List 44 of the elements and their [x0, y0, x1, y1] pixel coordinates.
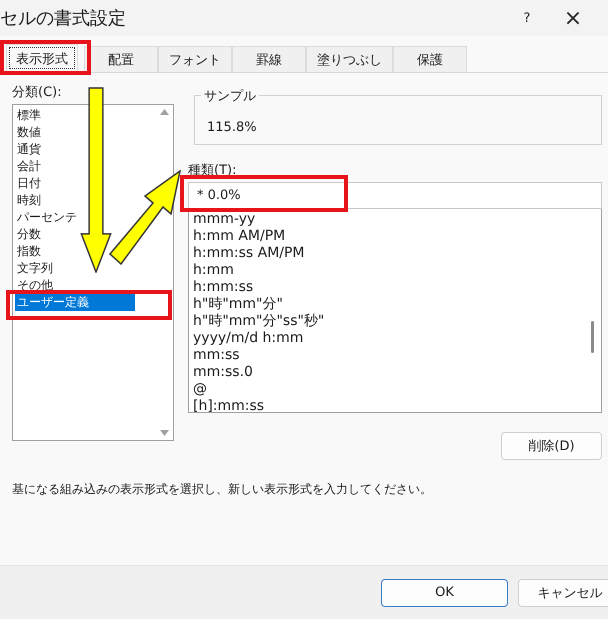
category-item[interactable]: 分数 — [15, 226, 41, 243]
format-item[interactable]: @ — [191, 381, 583, 398]
format-item[interactable]: mmm-yy — [191, 211, 583, 228]
category-item[interactable]: 日付 — [15, 175, 41, 192]
category-item[interactable]: 数値 — [15, 124, 41, 141]
tab[interactable]: 表示形式 — [6, 44, 78, 72]
dialog-title: セルの書式設定 — [0, 7, 127, 30]
scroll-up-icon[interactable] — [160, 109, 168, 115]
help-button[interactable]: ? — [504, 2, 550, 34]
category-item[interactable]: ユーザー定義 — [15, 294, 135, 311]
tab[interactable]: 配置 — [84, 46, 158, 72]
tab[interactable]: 保護 — [393, 46, 467, 72]
category-item[interactable]: 指数 — [15, 243, 41, 260]
category-label: 分類(C): — [12, 84, 63, 101]
scroll-down-icon[interactable] — [160, 430, 168, 436]
tab[interactable]: 罫線 — [232, 46, 306, 72]
format-item[interactable]: h"時"mm"分"ss"秒" — [191, 313, 583, 330]
sample-value: 115.8% — [207, 120, 257, 135]
category-item[interactable]: 文字列 — [15, 260, 53, 277]
category-item[interactable]: パーセンテ — [15, 209, 77, 226]
format-item[interactable]: h:mm — [191, 262, 583, 279]
tab[interactable]: フォント — [158, 46, 232, 72]
close-button[interactable]: × — [550, 2, 596, 34]
format-item[interactable]: [h]:mm:ss — [191, 398, 583, 412]
format-item[interactable]: yyyy/m/d h:mm — [191, 330, 583, 347]
category-item[interactable]: 会計 — [15, 158, 41, 175]
tab[interactable]: 塗りつぶし — [306, 46, 393, 72]
format-item[interactable]: mm:ss — [191, 347, 583, 364]
scrollbar-thumb[interactable] — [590, 321, 594, 353]
format-item[interactable]: h"時"mm"分" — [191, 296, 583, 313]
format-item[interactable]: h:mm:ss AM/PM — [191, 245, 583, 262]
category-item[interactable]: 標準 — [15, 107, 41, 124]
ok-button[interactable]: OK — [381, 578, 508, 606]
cancel-button[interactable]: キャンセル — [518, 578, 608, 606]
type-label: 種類(T): — [188, 162, 238, 179]
category-item[interactable]: 時刻 — [15, 192, 41, 209]
format-item[interactable]: h:mm AM/PM — [191, 228, 583, 245]
delete-button[interactable]: 削除(D) — [501, 432, 602, 460]
description-text: 基になる組み込みの表示形式を選択し、新しい表示形式を入力してください。 — [12, 481, 433, 498]
sample-label: サンプル — [201, 87, 259, 105]
type-input-field[interactable]: * 0.0% — [188, 182, 602, 209]
format-item[interactable]: h:mm:ss — [191, 279, 583, 296]
category-item[interactable]: 通貨 — [15, 141, 41, 158]
format-item[interactable]: mm:ss.0 — [191, 364, 583, 381]
